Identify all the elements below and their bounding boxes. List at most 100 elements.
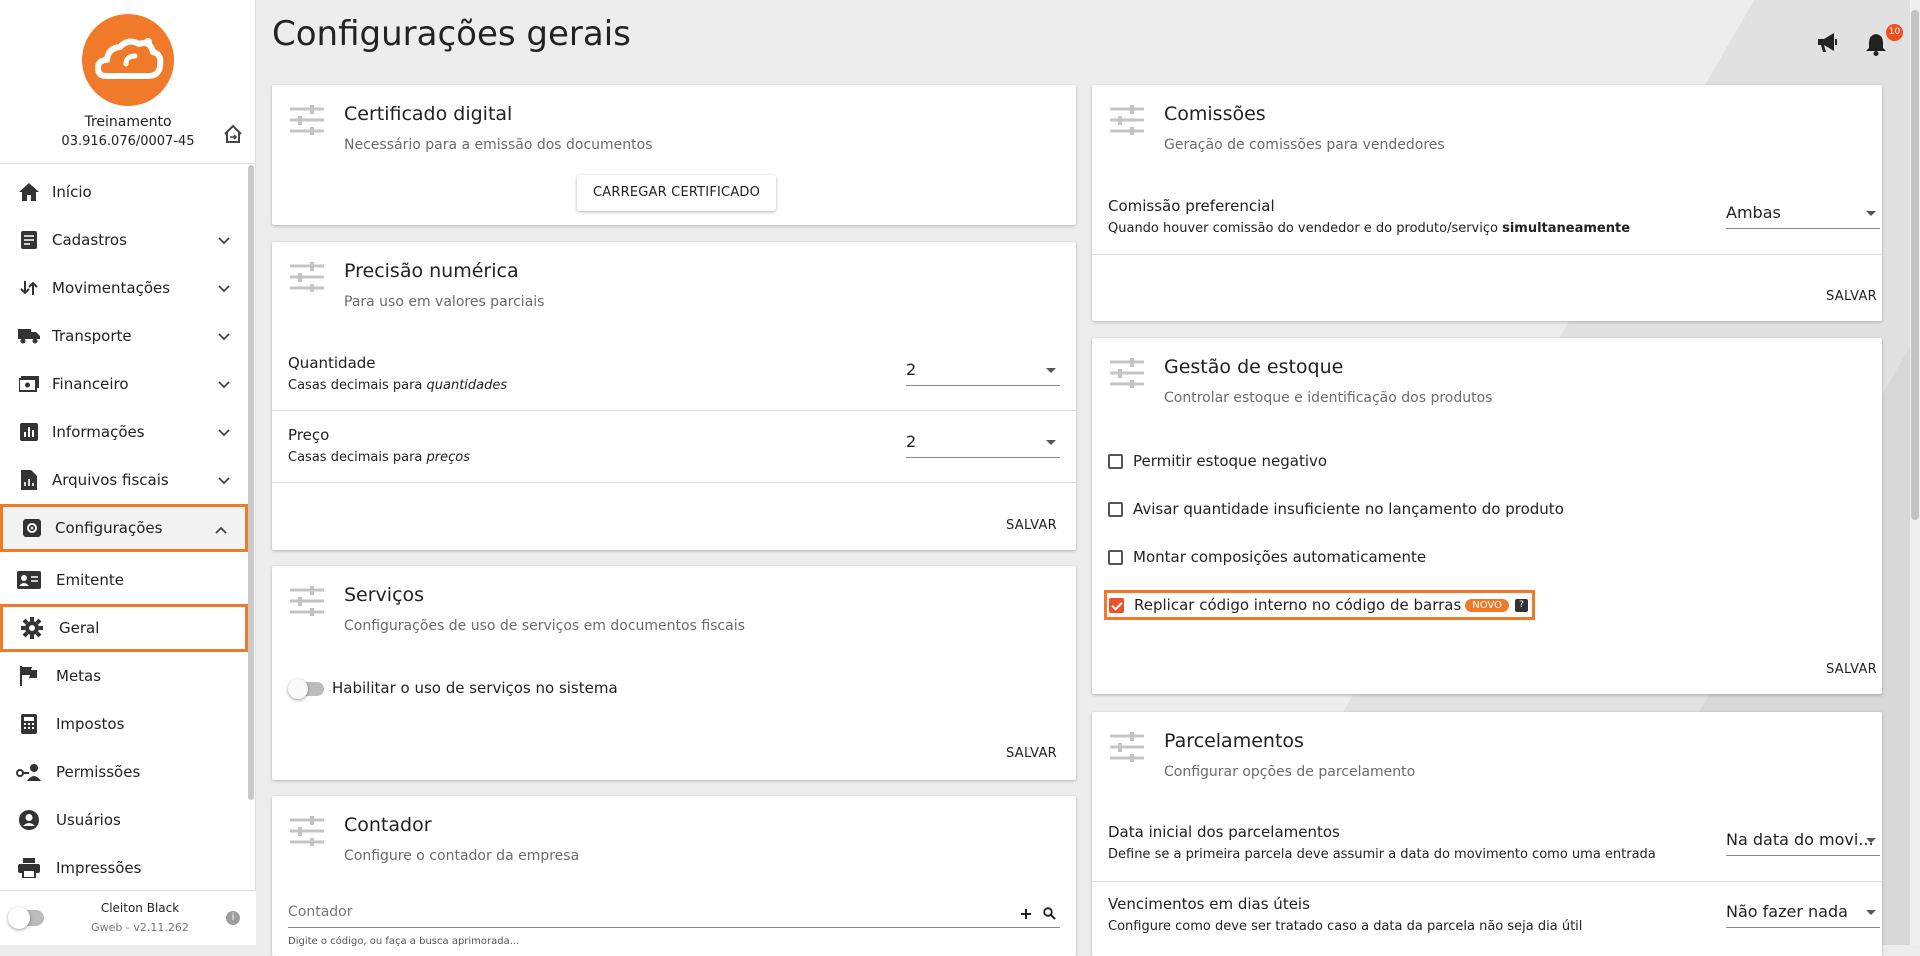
avisar-quantidade-checkbox[interactable]: Avisar quantidade insuficiente no lançam… <box>1108 497 1564 521</box>
nav-item-financeiro[interactable]: Financeiro <box>0 360 248 408</box>
description-text: Casas decimais para <box>288 378 427 393</box>
sidebar-item-impressoes[interactable]: Impressões <box>0 844 248 892</box>
help-icon[interactable]: ? <box>1515 598 1528 612</box>
page-title: Configurações gerais <box>272 14 631 54</box>
chevron-down-icon <box>218 285 230 293</box>
replicar-codigo-checkbox[interactable]: Replicar código interno no código de bar… <box>1104 590 1535 620</box>
search-icon[interactable] <box>1043 907 1056 920</box>
theme-toggle-knob <box>8 907 30 929</box>
tune-icon <box>290 586 324 616</box>
main-scrollbar-thumb[interactable] <box>1911 10 1919 520</box>
save-button[interactable]: SALVAR <box>1006 518 1057 533</box>
sidebar-header: Treinamento 03.916.076/0007-45 <box>0 0 255 164</box>
nav-item-movimentacoes[interactable]: Movimentações <box>0 264 248 312</box>
estoque-card: Gestão de estoque Controlar estoque e id… <box>1092 338 1882 694</box>
contador-placeholder: Contador <box>288 904 353 920</box>
upload-certificate-button[interactable]: CARREGAR CERTIFICADO <box>577 175 777 211</box>
sidebar-item-label: Emitente <box>56 571 124 589</box>
card-title: Contador <box>344 814 432 836</box>
contador-helper-text: Digite o código, ou faça a busca aprimor… <box>288 936 520 947</box>
id-card-icon <box>16 568 42 592</box>
divider <box>1092 881 1882 882</box>
nav-item-cadastros[interactable]: Cadastros <box>0 216 248 264</box>
card-subtitle: Para uso em valores parciais <box>344 294 545 310</box>
card-title: Precisão numérica <box>344 260 519 282</box>
checkbox-label: Montar composições automaticamente <box>1133 548 1427 566</box>
toggle-knob <box>288 679 308 699</box>
preco-description: Casas decimais para preços <box>288 450 470 465</box>
data-inicial-select[interactable]: Na data do movi... <box>1726 826 1880 856</box>
save-button[interactable]: SALVAR <box>1006 746 1057 761</box>
info-icon[interactable]: i <box>226 911 240 925</box>
sidebar-item-label: Geral <box>59 619 100 637</box>
tune-icon <box>1110 358 1144 388</box>
save-button[interactable]: SALVAR <box>1826 662 1877 677</box>
flag-icon <box>16 664 42 688</box>
tune-icon <box>290 262 324 292</box>
company-logo <box>82 14 174 106</box>
nav-item-configuracoes[interactable]: Configurações <box>0 504 248 552</box>
add-icon[interactable] <box>1020 908 1032 920</box>
notification-badge: 10 <box>1886 24 1903 41</box>
main-nav: Início Cadastros Movimentações Transport… <box>0 168 248 552</box>
sidebar-item-metas[interactable]: Metas <box>0 652 248 700</box>
configuracoes-subnav: Emitente Geral Metas Impostos Permissões… <box>0 556 248 892</box>
new-badge: NOVO <box>1465 598 1509 612</box>
dropdown-arrow-icon <box>1866 910 1876 915</box>
sidebar-item-geral[interactable]: Geral <box>0 604 248 652</box>
select-value: 2 <box>906 432 917 451</box>
chevron-down-icon <box>218 477 230 485</box>
nav-item-informacoes[interactable]: Informações <box>0 408 248 456</box>
chevron-down-icon <box>218 333 230 341</box>
contador-input[interactable]: Contador <box>288 898 1060 928</box>
data-inicial-label: Data inicial dos parcelamentos <box>1108 823 1340 841</box>
select-value: Na data do movi... <box>1726 830 1874 849</box>
sidebar-item-impostos[interactable]: Impostos <box>0 700 248 748</box>
nav-item-label: Informações <box>52 423 145 441</box>
comissao-preferencial-select[interactable]: Ambas <box>1726 199 1880 229</box>
checkbox-label: Replicar código interno no código de bar… <box>1134 596 1462 614</box>
divider <box>272 410 1076 411</box>
checkbox-icon <box>1108 549 1123 565</box>
chevron-down-icon <box>218 429 230 437</box>
sidebar-item-label: Impressões <box>56 859 142 877</box>
vencimentos-select[interactable]: Não fazer nada <box>1726 898 1880 928</box>
estoque-negativo-checkbox[interactable]: Permitir estoque negativo <box>1108 449 1327 473</box>
card-subtitle: Geração de comissões para vendedores <box>1164 137 1445 153</box>
chevron-down-icon <box>218 237 230 245</box>
megaphone-icon[interactable] <box>1816 32 1842 58</box>
description-bold: simultaneamente <box>1502 221 1631 236</box>
user-name: Cleiton Black <box>100 901 180 915</box>
bar-chart-icon <box>18 421 40 443</box>
sidebar-scrollbar[interactable] <box>248 165 254 800</box>
save-button[interactable]: SALVAR <box>1826 289 1877 304</box>
nav-item-transporte[interactable]: Transporte <box>0 312 248 360</box>
main-scrollbar[interactable] <box>1910 0 1920 945</box>
quantidade-select[interactable]: 2 <box>906 356 1060 386</box>
sidebar-item-usuarios[interactable]: Usuários <box>0 796 248 844</box>
nav-item-inicio[interactable]: Início <box>0 168 248 216</box>
montar-composicoes-checkbox[interactable]: Montar composições automaticamente <box>1108 545 1426 569</box>
card-title: Comissões <box>1164 103 1266 125</box>
dropdown-arrow-icon <box>1046 368 1056 373</box>
nav-item-label: Configurações <box>55 519 163 537</box>
description-text: Casas decimais para <box>288 450 427 465</box>
theme-toggle[interactable] <box>8 907 44 929</box>
card-title: Gestão de estoque <box>1164 356 1344 378</box>
card-subtitle: Configurações de uso de serviços em docu… <box>344 618 745 634</box>
nav-item-arquivos-fiscais[interactable]: Arquivos fiscais <box>0 456 248 504</box>
gear-icon <box>19 616 45 640</box>
company-name: Treinamento <box>84 114 172 130</box>
servicos-toggle[interactable] <box>288 679 324 699</box>
sidebar-item-permissoes[interactable]: Permissões <box>0 748 248 796</box>
switch-company-icon[interactable] <box>221 122 245 146</box>
tune-icon <box>1110 105 1144 135</box>
sidebar: Treinamento 03.916.076/0007-45 Início Ca… <box>0 0 256 945</box>
preco-select[interactable]: 2 <box>906 428 1060 458</box>
home-icon <box>18 181 40 203</box>
sidebar-item-emitente[interactable]: Emitente <box>0 556 248 604</box>
select-value: Ambas <box>1726 203 1781 222</box>
card-title: Certificado digital <box>344 103 513 125</box>
card-title: Parcelamentos <box>1164 730 1304 752</box>
checkbox-icon <box>1108 501 1123 517</box>
